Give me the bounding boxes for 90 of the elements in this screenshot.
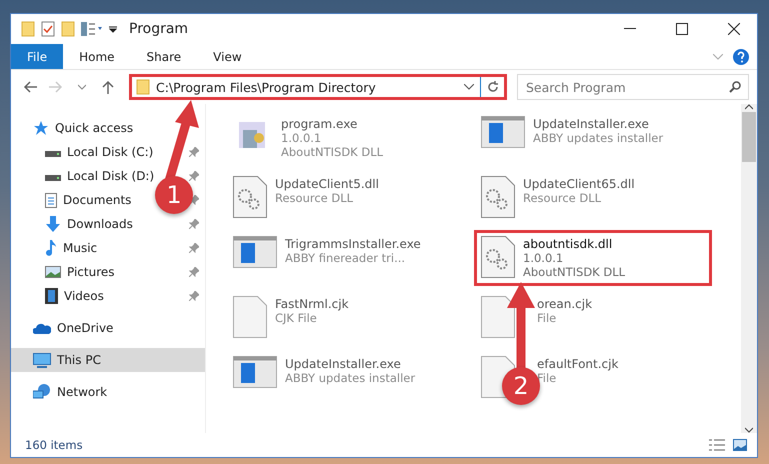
file-detail: ABBY updates installer — [533, 131, 664, 145]
pin-icon[interactable] — [189, 243, 199, 253]
file-detail: Resource DLL — [275, 191, 354, 205]
maximize-icon[interactable] — [676, 23, 688, 35]
sidebar-label[interactable]: Pictures — [67, 265, 115, 279]
file-name[interactable]: FastNrml.cjk — [275, 297, 349, 311]
ribbon-tab[interactable]: View — [197, 44, 258, 69]
computer-icon — [33, 352, 51, 368]
address-path: C:\Program Files\Program Directory — [156, 80, 377, 94]
file-icon — [481, 296, 515, 338]
file-icon — [233, 296, 267, 338]
file-detail: Resource DLL — [523, 191, 602, 205]
file-name[interactable]: UpdateClient65.dll — [523, 177, 635, 191]
address-bar[interactable]: C:\Program Files\Program Directory — [129, 74, 507, 100]
item-count: 160 items — [25, 438, 84, 452]
pictures-icon — [45, 266, 61, 278]
scrollbar[interactable] — [741, 104, 757, 433]
file-name[interactable]: orean.cjk — [537, 297, 592, 311]
settings-file-icon — [481, 176, 515, 218]
scroll-thumb[interactable] — [742, 112, 756, 162]
file-name[interactable]: program.exe — [281, 117, 384, 131]
sidebar-label[interactable]: OneDrive — [57, 321, 114, 335]
pin-icon[interactable] — [189, 267, 199, 277]
file-detail: 1.0.0.1 — [281, 131, 322, 145]
file-detail: AboutNTISDK DLL — [281, 145, 384, 159]
window-title: Program — [129, 21, 190, 37]
details-view-icon[interactable] — [709, 439, 725, 451]
up-arrow-icon[interactable] — [102, 80, 114, 94]
chevron-down-icon[interactable] — [78, 84, 86, 90]
star-icon — [33, 121, 49, 135]
folder-icon — [61, 21, 75, 37]
file-detail: ABBY updates installer — [285, 371, 416, 385]
chevron-down-icon[interactable] — [464, 84, 474, 90]
help-icon[interactable] — [733, 48, 749, 64]
sidebar-item[interactable]: This PC — [11, 348, 205, 372]
download-icon — [45, 216, 61, 232]
ribbon-tab[interactable]: Share — [130, 44, 198, 69]
pin-icon[interactable] — [189, 171, 199, 181]
sidebar-label[interactable]: Music — [63, 241, 98, 255]
folder-icon — [136, 79, 150, 95]
view-options-icon[interactable] — [81, 22, 103, 36]
file-item[interactable]: aboutntisdk.dll 1.0.0.1 AboutNTISDK DLL — [474, 230, 712, 286]
settings-file-icon — [481, 236, 515, 278]
back-arrow-icon[interactable] — [23, 81, 37, 93]
properties-icon[interactable] — [41, 21, 55, 37]
pin-icon[interactable] — [189, 291, 199, 301]
sidebar-label[interactable]: Local Disk (D:) — [67, 169, 154, 183]
minimize-icon[interactable] — [624, 28, 636, 30]
file-name[interactable]: UpdateClient5.dll — [275, 177, 379, 191]
sidebar-label[interactable]: Local Disk (C:) — [67, 145, 154, 159]
file-name[interactable]: aboutntisdk.dll — [523, 237, 626, 251]
file-detail: 1.0.0.1 — [523, 251, 564, 265]
search-icon — [729, 81, 741, 93]
settings-file-icon — [233, 176, 267, 218]
file-name[interactable]: UpdateInstaller.exe — [285, 357, 416, 371]
sidebar-label[interactable]: Videos — [64, 289, 104, 303]
file-detail: File — [537, 311, 558, 325]
installer-window-icon — [233, 236, 277, 268]
scroll-up-icon[interactable] — [745, 104, 753, 110]
large-icons-view-icon[interactable] — [733, 439, 747, 451]
ribbon-tab[interactable]: File — [11, 44, 64, 69]
film-icon — [45, 288, 58, 304]
step-number: 1 — [155, 176, 193, 214]
installer-window-icon — [481, 116, 525, 148]
cloud-icon — [33, 322, 51, 334]
sidebar-label[interactable]: This PC — [57, 353, 101, 367]
installer-window-icon — [233, 356, 277, 388]
network-icon — [33, 384, 51, 400]
ribbon-tab[interactable]: Home — [63, 44, 131, 69]
sidebar-label[interactable]: Downloads — [67, 217, 133, 231]
pin-icon[interactable] — [189, 219, 199, 229]
sidebar-label[interactable]: Quick access — [55, 121, 134, 135]
document-icon — [45, 192, 57, 208]
scroll-down-icon[interactable] — [745, 427, 753, 433]
search-field[interactable]: Search Program — [517, 74, 749, 100]
pin-icon[interactable] — [189, 147, 199, 157]
pin-icon[interactable] — [189, 195, 199, 205]
sidebar-label[interactable]: Documents — [63, 193, 132, 207]
file-detail: AboutNTISDK DLL — [523, 265, 626, 279]
file-detail: ABBY finereader tri... — [285, 251, 406, 265]
file-name[interactable]: UpdateInstaller.exe — [533, 117, 664, 131]
file-detail: CJK File — [275, 311, 318, 325]
close-icon[interactable] — [728, 23, 740, 35]
music-note-icon — [45, 240, 57, 256]
file-name[interactable]: TrigrammsInstaller.exe — [285, 237, 421, 251]
sidebar-label[interactable]: Network — [57, 385, 108, 399]
customize-arrow-icon[interactable] — [109, 25, 117, 33]
folder-icon — [21, 21, 35, 37]
refresh-icon[interactable] — [486, 81, 498, 93]
file-name[interactable]: efaultFont.cjk — [537, 357, 618, 371]
